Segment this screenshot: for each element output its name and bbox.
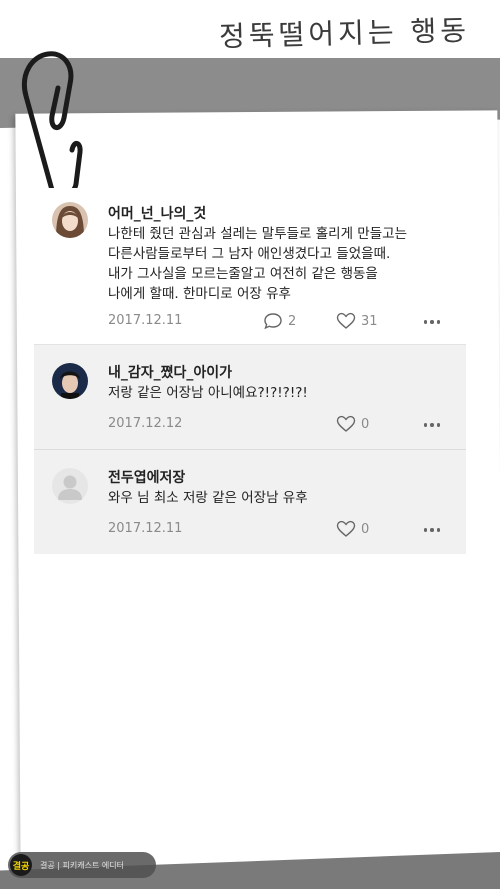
like-count: 0: [361, 416, 370, 432]
comment-date: 2017.12.12: [108, 416, 183, 431]
comment-author[interactable]: 어머_넌_나의_것: [108, 203, 206, 223]
avatar[interactable]: [52, 363, 88, 399]
paperclip-icon: [22, 51, 83, 198]
comment-date: 2017.12.11: [108, 521, 183, 536]
heart-icon: [336, 312, 356, 329]
reply-button[interactable]: 2: [263, 312, 296, 330]
comment-text: 나한테 줬던 관심과 설레는 말투들로 홀리게 만들고는 다른사람들로부터 그 …: [108, 226, 407, 302]
more-options-icon[interactable]: [423, 423, 440, 427]
like-button[interactable]: 0: [336, 520, 369, 538]
comment-author[interactable]: 내_감자_쪘다_아이가: [108, 362, 232, 382]
comment-meta: 2017.12.12 0: [108, 415, 440, 435]
comment-item: 어머_넌_나의_것 나한테 줬던 관심과 설레는 말투들로 홀리게 만들고는 다…: [34, 188, 466, 345]
speech-bubble-icon: [264, 313, 282, 330]
comment-text: 저랑 같은 어장남 아니예요?!?!?!?!: [108, 385, 308, 401]
comment-date: 2017.12.11: [108, 313, 183, 328]
reply-item: 전두엽에저장 와우 님 최소 저랑 같은 어장남 유후 2017.12.11 0: [34, 449, 466, 554]
more-options-icon[interactable]: [423, 528, 440, 532]
like-count: 0: [361, 521, 370, 537]
editor-watermark: 결공 결공 | 피키캐스트 에디터: [8, 852, 156, 878]
comment-list: 어머_넌_나의_것 나한테 줬던 관심과 설레는 말투들로 홀리게 만들고는 다…: [34, 188, 466, 554]
reply-count: 2: [288, 313, 297, 329]
comment-meta: 2017.12.11 0: [108, 520, 440, 540]
like-count: 31: [361, 313, 378, 329]
like-button[interactable]: 31: [336, 312, 378, 330]
editor-label: 결공 | 피키캐스트 에디터: [40, 860, 124, 870]
more-options-icon[interactable]: [423, 320, 440, 324]
avatar[interactable]: [52, 468, 88, 504]
editor-logo: 결공: [10, 854, 32, 876]
page-title: 정뚝떨어지는 행동: [218, 13, 471, 54]
heart-icon: [336, 415, 356, 432]
avatar[interactable]: [52, 202, 88, 238]
comment-text: 와우 님 최소 저랑 같은 어장남 유후: [108, 490, 308, 506]
comment-author[interactable]: 전두엽에저장: [108, 467, 185, 487]
heart-icon: [336, 520, 356, 537]
comment-meta: 2017.12.11 2 31: [108, 312, 440, 332]
like-button[interactable]: 0: [336, 415, 369, 433]
reply-item: 내_감자_쪘다_아이가 저랑 같은 어장남 아니예요?!?!?!?! 2017.…: [34, 345, 466, 449]
